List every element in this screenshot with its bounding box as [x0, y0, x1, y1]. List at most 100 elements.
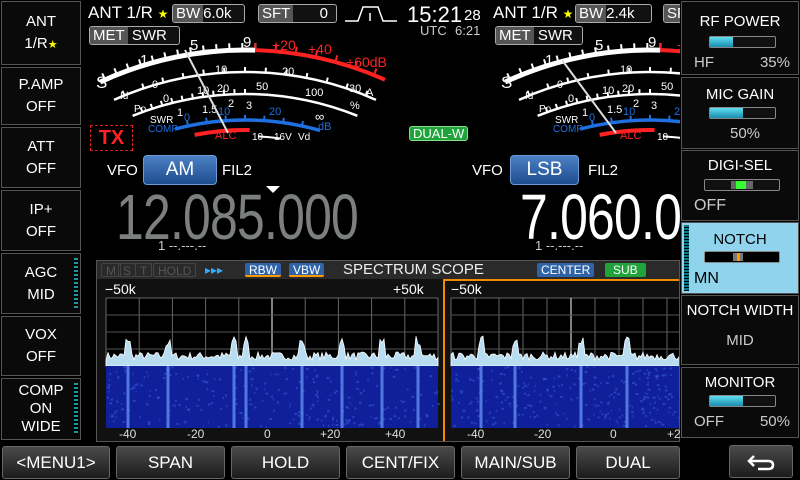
- waterfall-speck: [255, 387, 259, 390]
- right-axis-tick: -20: [534, 427, 552, 441]
- waterfall-speck: [500, 401, 504, 404]
- return-arrow-icon: [747, 454, 775, 470]
- dual-button[interactable]: DUAL: [576, 446, 680, 479]
- waterfall-speck: [185, 405, 188, 408]
- waterfall-speck: [621, 414, 624, 417]
- waterfall-speck: [556, 414, 560, 417]
- waterfall-speck: [112, 420, 115, 423]
- meter-label-compdb: dB: [318, 121, 331, 133]
- waterfall-speck: [289, 422, 292, 425]
- waterfall-speck: [646, 396, 650, 399]
- menu1-button[interactable]: <MENU1>: [2, 446, 110, 479]
- digi-sel-control[interactable]: DIGI-SEL OFF: [681, 150, 799, 221]
- meter-label-po0: 0: [568, 93, 574, 105]
- waterfall-speck: [371, 372, 374, 375]
- waterfall-speck: [239, 412, 241, 415]
- meter-label-alc: ALC: [620, 130, 641, 142]
- meter-label-s9: 9: [648, 34, 656, 51]
- meter-tick: [581, 49, 585, 55]
- waterfall-speck: [235, 386, 238, 389]
- ipplus-button[interactable]: IP+ OFF: [1, 190, 81, 251]
- mic-gain-slider[interactable]: [709, 107, 776, 119]
- waterfall-speck: [593, 366, 595, 369]
- hold-button[interactable]: HOLD: [231, 446, 340, 479]
- monitor-control[interactable]: MONITOR OFF 50%: [681, 367, 799, 438]
- waterfall-speck: [164, 373, 167, 376]
- agc-button[interactable]: AGC MID: [1, 253, 81, 314]
- waterfall-speck: [566, 368, 569, 371]
- back-button[interactable]: [729, 445, 793, 478]
- waterfall-speck: [115, 410, 118, 413]
- main-frequency[interactable]: 12.085.000: [116, 180, 359, 254]
- notch-slider[interactable]: [704, 251, 780, 263]
- waterfall-speck: [260, 425, 262, 428]
- waterfall-speck: [485, 400, 487, 403]
- waterfall-speck: [220, 407, 223, 410]
- cent-fix-button[interactable]: CENT/FIX: [346, 446, 455, 479]
- monitor-slider[interactable]: [709, 395, 776, 407]
- waterfall-speck: [529, 376, 532, 379]
- notch-control[interactable]: NOTCH MN: [681, 222, 799, 294]
- waterfall-speck: [175, 373, 177, 376]
- waterfall-speck: [566, 417, 568, 420]
- waterfall-speck: [332, 423, 334, 426]
- waterfall-speck: [306, 376, 308, 379]
- notch-width-control[interactable]: NOTCH WIDTH MID: [681, 295, 799, 365]
- waterfall-speck: [543, 406, 547, 409]
- meter-label-vd: Vd: [298, 132, 310, 143]
- waterfall-speck: [423, 424, 426, 427]
- waterfall-speck: [523, 382, 526, 385]
- waterfall-speck: [261, 399, 264, 402]
- meter-label-swr3: 3: [246, 100, 252, 112]
- meter-tick: [586, 72, 590, 78]
- waterfall-speck: [431, 404, 434, 407]
- rf-power-slider[interactable]: [709, 36, 776, 48]
- waterfall-speck: [600, 401, 603, 404]
- waterfall-speck: [132, 372, 134, 375]
- waterfall-speck: [306, 414, 308, 417]
- waterfall-speck: [394, 368, 398, 371]
- agc-value: MID: [27, 285, 55, 303]
- waterfall-speck: [495, 396, 499, 399]
- waterfall-speck: [159, 419, 161, 422]
- waterfall-speck: [214, 378, 216, 381]
- waterfall-speck: [219, 378, 222, 381]
- scope-display[interactable]: [97, 261, 680, 442]
- waterfall-speck: [316, 390, 319, 393]
- waterfall-speck: [617, 393, 620, 396]
- waterfall-speck: [346, 406, 349, 409]
- sub-filter-label: FIL2: [588, 162, 619, 179]
- waterfall-speck: [460, 416, 464, 419]
- rf-power-control[interactable]: RF POWER HF 35%: [681, 1, 799, 75]
- waterfall-speck: [610, 409, 612, 412]
- digi-sel-slider[interactable]: [704, 179, 780, 191]
- waterfall-speck: [503, 422, 506, 425]
- meter-label-p60: +60dB: [346, 54, 387, 70]
- meter-label-p20: +20: [272, 37, 296, 53]
- waterfall-speck: [646, 383, 650, 386]
- right-axis-tick: +2: [667, 427, 681, 441]
- waterfall-speck: [613, 391, 617, 394]
- meter-label-po20: 20: [217, 83, 229, 95]
- waterfall-speck: [455, 373, 458, 376]
- meter-tick: [607, 45, 610, 51]
- waterfall-speck: [316, 374, 318, 377]
- s-meter-arc: [99, 47, 256, 85]
- sub-mode-button[interactable]: LSB: [510, 155, 579, 185]
- waterfall-speck: [200, 408, 203, 411]
- vox-button[interactable]: VOX OFF: [1, 316, 81, 376]
- main-sub-button[interactable]: MAIN/SUB: [461, 446, 570, 479]
- meter-label-comp: COMP: [148, 124, 178, 135]
- meter-tick: [149, 103, 153, 109]
- waterfall-speck: [289, 403, 291, 406]
- comp-button[interactable]: COMP ON WIDE: [1, 378, 81, 440]
- waterfall-speck: [413, 366, 417, 369]
- waterfall-speck: [429, 375, 433, 378]
- waterfall-speck: [213, 394, 215, 397]
- waterfall-speck: [472, 379, 475, 382]
- waterfall-speck: [618, 408, 620, 411]
- meter-label-po: Po: [134, 104, 147, 115]
- span-button[interactable]: SPAN: [116, 446, 225, 479]
- waterfall-speck: [491, 378, 493, 381]
- mic-gain-control[interactable]: MIC GAIN 50%: [681, 77, 799, 149]
